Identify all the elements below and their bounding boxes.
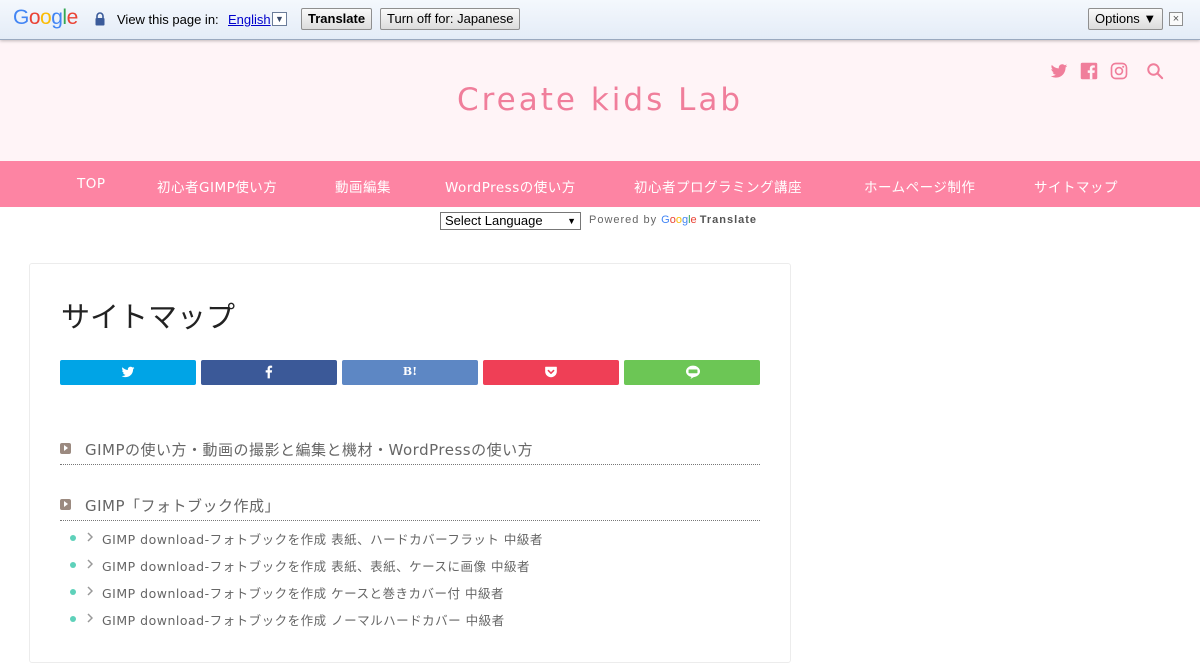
options-button[interactable]: Options ▼ [1088, 8, 1164, 30]
hatena-bookmark-icon: B! [402, 365, 418, 378]
page-title: サイトマップ [61, 300, 236, 334]
section-link[interactable]: GIMP「フォトブック作成」 [85, 495, 760, 516]
close-translate-bar-button[interactable]: × [1169, 12, 1183, 26]
nav-item-video-editing[interactable]: 動画編集 [335, 176, 391, 196]
facebook-icon[interactable] [1080, 62, 1098, 80]
share-hatena-button[interactable]: B! [342, 360, 478, 385]
nav-item-wordpress[interactable]: WordPressの使い方 [445, 176, 576, 196]
list-item: GIMP download-フォトブックを作成 表紙、ハードカバーフラット 中級… [70, 529, 543, 548]
language-dropdown-button[interactable]: ▼ [272, 12, 287, 26]
select-language-dropdown[interactable]: Select Language ▼ [440, 212, 581, 230]
main-navigation: TOP 初心者GIMP使い方 動画編集 WordPressの使い方 初心者プログ… [0, 161, 1200, 207]
nav-item-programming[interactable]: 初心者プログラミング講座 [634, 176, 802, 196]
list-item: GIMP download-フォトブックを作成 ノーマルハードカバー 中級者 [70, 610, 505, 629]
google-logo-letter-4: g [51, 6, 63, 29]
nav-item-top[interactable]: TOP [77, 176, 106, 192]
turn-off-button[interactable]: Turn off for: Japanese [380, 8, 521, 30]
google-small-letter-1: G [661, 214, 670, 226]
google-logo-letter-1: G [13, 6, 29, 29]
select-language-label: Select Language [445, 213, 543, 228]
list-item-link[interactable]: GIMP download-フォトブックを作成 ノーマルハードカバー 中級者 [102, 613, 505, 628]
google-translate-bar: Google View this page in: English ▼ Tran… [0, 0, 1200, 40]
google-logo-letter-6: e [66, 6, 79, 29]
share-facebook-button[interactable] [201, 360, 337, 385]
list-dot-icon [70, 562, 76, 568]
twitter-icon [121, 366, 135, 378]
line-icon [686, 365, 700, 379]
powered-by-label: Powered by [589, 214, 658, 226]
section-link[interactable]: GIMPの使い方・動画の撮影と編集と機材・WordPressの使い方 [85, 439, 760, 460]
chevron-right-icon [87, 532, 93, 542]
google-logo-letter-3: o [40, 6, 52, 29]
list-item: GIMP download-フォトブックを作成 表紙、表紙、ケースに画像 中級者 [70, 556, 530, 575]
share-line-button[interactable] [624, 360, 760, 385]
nav-item-sitemap[interactable]: サイトマップ [1034, 176, 1118, 196]
translate-button[interactable]: Translate [301, 8, 373, 30]
chevron-down-icon: ▼ [567, 216, 576, 226]
list-item: GIMP download-フォトブックを作成 ケースと巻きカバー付 中級者 [70, 583, 504, 602]
site-title[interactable]: Create kids Lab [0, 82, 1200, 118]
lock-icon [95, 12, 105, 26]
list-item-link[interactable]: GIMP download-フォトブックを作成 ケースと巻きカバー付 中級者 [102, 586, 504, 601]
twitter-icon[interactable] [1050, 62, 1068, 80]
list-dot-icon [70, 535, 76, 541]
google-logo: Google [13, 6, 78, 30]
nav-item-homepage[interactable]: ホームページ制作 [864, 176, 975, 196]
pocket-icon [545, 366, 557, 378]
section-bullet-icon [60, 443, 71, 454]
site-header: Create kids Lab [0, 40, 1200, 161]
sitemap-section: GIMPの使い方・動画の撮影と編集と機材・WordPressの使い方 [60, 439, 760, 465]
google-logo-letter-2: o [28, 6, 41, 29]
sitemap-card: サイトマップ B! GIMPの使い方・動画の撮影と編集と機材・WordPress… [29, 263, 791, 663]
share-pocket-button[interactable] [483, 360, 619, 385]
view-page-in-label: View this page in: [117, 12, 219, 27]
powered-by-google-translate: Powered by Google Translate [589, 214, 757, 226]
chevron-right-icon [87, 559, 93, 569]
list-item-link[interactable]: GIMP download-フォトブックを作成 表紙、ハードカバーフラット 中級… [102, 532, 543, 547]
instagram-icon[interactable] [1110, 62, 1128, 80]
chevron-right-icon [87, 586, 93, 596]
search-icon[interactable] [1146, 62, 1164, 80]
sitemap-section: GIMP「フォトブック作成」 [60, 495, 760, 521]
section-bullet-icon [60, 499, 71, 510]
list-item-link[interactable]: GIMP download-フォトブックを作成 表紙、表紙、ケースに画像 中級者 [102, 559, 530, 574]
language-link[interactable]: English [228, 12, 271, 27]
google-small-letter-6: e [690, 214, 697, 226]
nav-item-gimp[interactable]: 初心者GIMP使い方 [157, 176, 277, 196]
facebook-icon [265, 365, 273, 379]
list-dot-icon [70, 616, 76, 622]
list-dot-icon [70, 589, 76, 595]
translate-word[interactable]: Translate [700, 214, 757, 226]
google-translate-logo[interactable]: Google [661, 214, 700, 226]
chevron-right-icon [87, 613, 93, 623]
share-twitter-button[interactable] [60, 360, 196, 385]
